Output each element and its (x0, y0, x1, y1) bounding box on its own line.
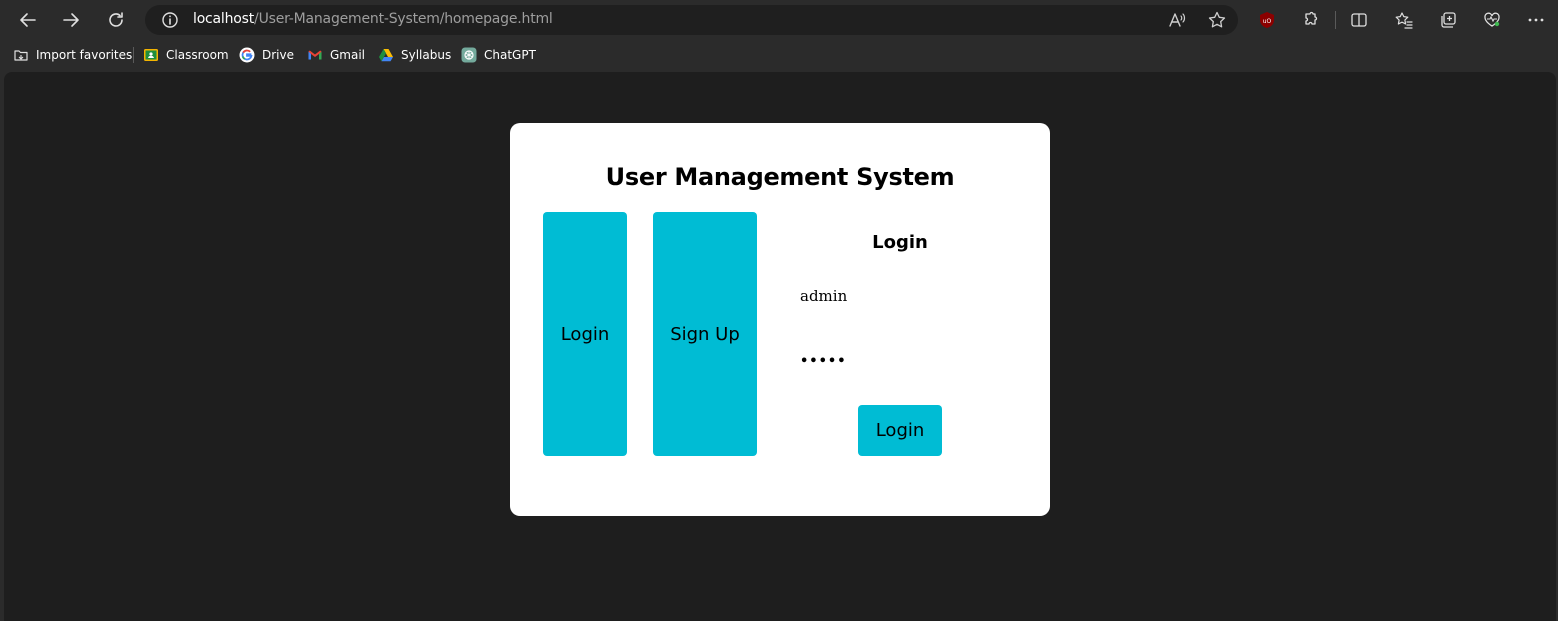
import-favorites-icon (13, 47, 29, 63)
bookmark-label: Gmail (330, 48, 366, 62)
login-tab-button[interactable]: Login (543, 212, 627, 456)
more-options-button[interactable] (1522, 6, 1550, 34)
favorite-button[interactable] (1203, 6, 1231, 34)
forward-arrow-icon (63, 13, 79, 27)
browser-toolbar: localhost/User-Management-System/homepag… (0, 0, 1558, 40)
page-title: User Management System (605, 163, 955, 191)
google-drive-icon (378, 47, 394, 63)
bookmark-classroom[interactable]: Classroom (143, 46, 229, 64)
url-text[interactable]: localhost/User-Management-System/homepag… (193, 11, 553, 27)
split-screen-button[interactable] (1345, 6, 1373, 34)
password-input[interactable] (800, 349, 1000, 373)
split-screen-icon (1351, 13, 1367, 27)
gmail-icon (307, 47, 323, 63)
bookmark-gmail[interactable]: Gmail (307, 46, 365, 64)
signup-tab-button[interactable]: Sign Up (653, 212, 757, 456)
favorites-list-icon (1395, 12, 1413, 29)
bookmark-label: ChatGPT (484, 48, 536, 62)
classroom-icon (143, 47, 159, 63)
extensions-button[interactable] (1297, 6, 1325, 34)
star-icon (1208, 11, 1226, 28)
toolbar-divider (1335, 11, 1336, 29)
url-path: /User-Management-System/homepage.html (254, 11, 553, 27)
collections-button[interactable] (1434, 6, 1462, 34)
bookmark-label: Syllabus (401, 48, 452, 62)
login-submit-button[interactable]: Login (858, 405, 942, 456)
site-info-icon[interactable] (161, 11, 179, 29)
browser-essentials-button[interactable] (1478, 6, 1506, 34)
ublock-extension-button[interactable]: uO (1253, 6, 1281, 34)
bookmark-chatgpt[interactable]: ChatGPT (461, 46, 536, 64)
refresh-button[interactable] (102, 6, 130, 34)
bookmarks-bar: Import favorites Classroom Drive Gmail S… (0, 40, 1558, 70)
back-arrow-icon (20, 13, 36, 27)
page-viewport: User Management System Login Sign Up Log… (4, 72, 1556, 621)
back-button[interactable] (14, 6, 42, 34)
bookmarks-divider (133, 47, 134, 63)
read-aloud-button[interactable] (1163, 6, 1191, 34)
username-input[interactable] (800, 284, 1000, 308)
heart-pulse-icon (1484, 12, 1500, 27)
bookmark-label: Import favorites (36, 48, 133, 62)
chatgpt-icon (461, 47, 477, 63)
ellipsis-icon (1528, 18, 1544, 22)
address-bar[interactable]: localhost/User-Management-System/homepag… (145, 5, 1238, 35)
bookmark-syllabus[interactable]: Syllabus (378, 46, 451, 64)
google-g-icon (239, 47, 255, 63)
bookmark-label: Drive (262, 48, 294, 62)
ublock-shield-icon: uO (1260, 12, 1274, 28)
url-host: localhost (193, 11, 255, 27)
puzzle-icon (1305, 11, 1318, 25)
collections-icon (1441, 12, 1456, 28)
forward-button[interactable] (57, 6, 85, 34)
read-aloud-icon (1169, 13, 1186, 27)
bookmark-import-favorites[interactable]: Import favorites (13, 46, 132, 64)
main-card: User Management System Login Sign Up Log… (510, 123, 1050, 516)
bookmark-label: Classroom (166, 48, 229, 62)
login-form-title: Login (872, 232, 928, 253)
bookmark-drive[interactable]: Drive (239, 46, 294, 64)
favorites-button[interactable] (1390, 6, 1418, 34)
svg-text:uO: uO (1263, 18, 1272, 25)
refresh-icon (109, 12, 123, 27)
